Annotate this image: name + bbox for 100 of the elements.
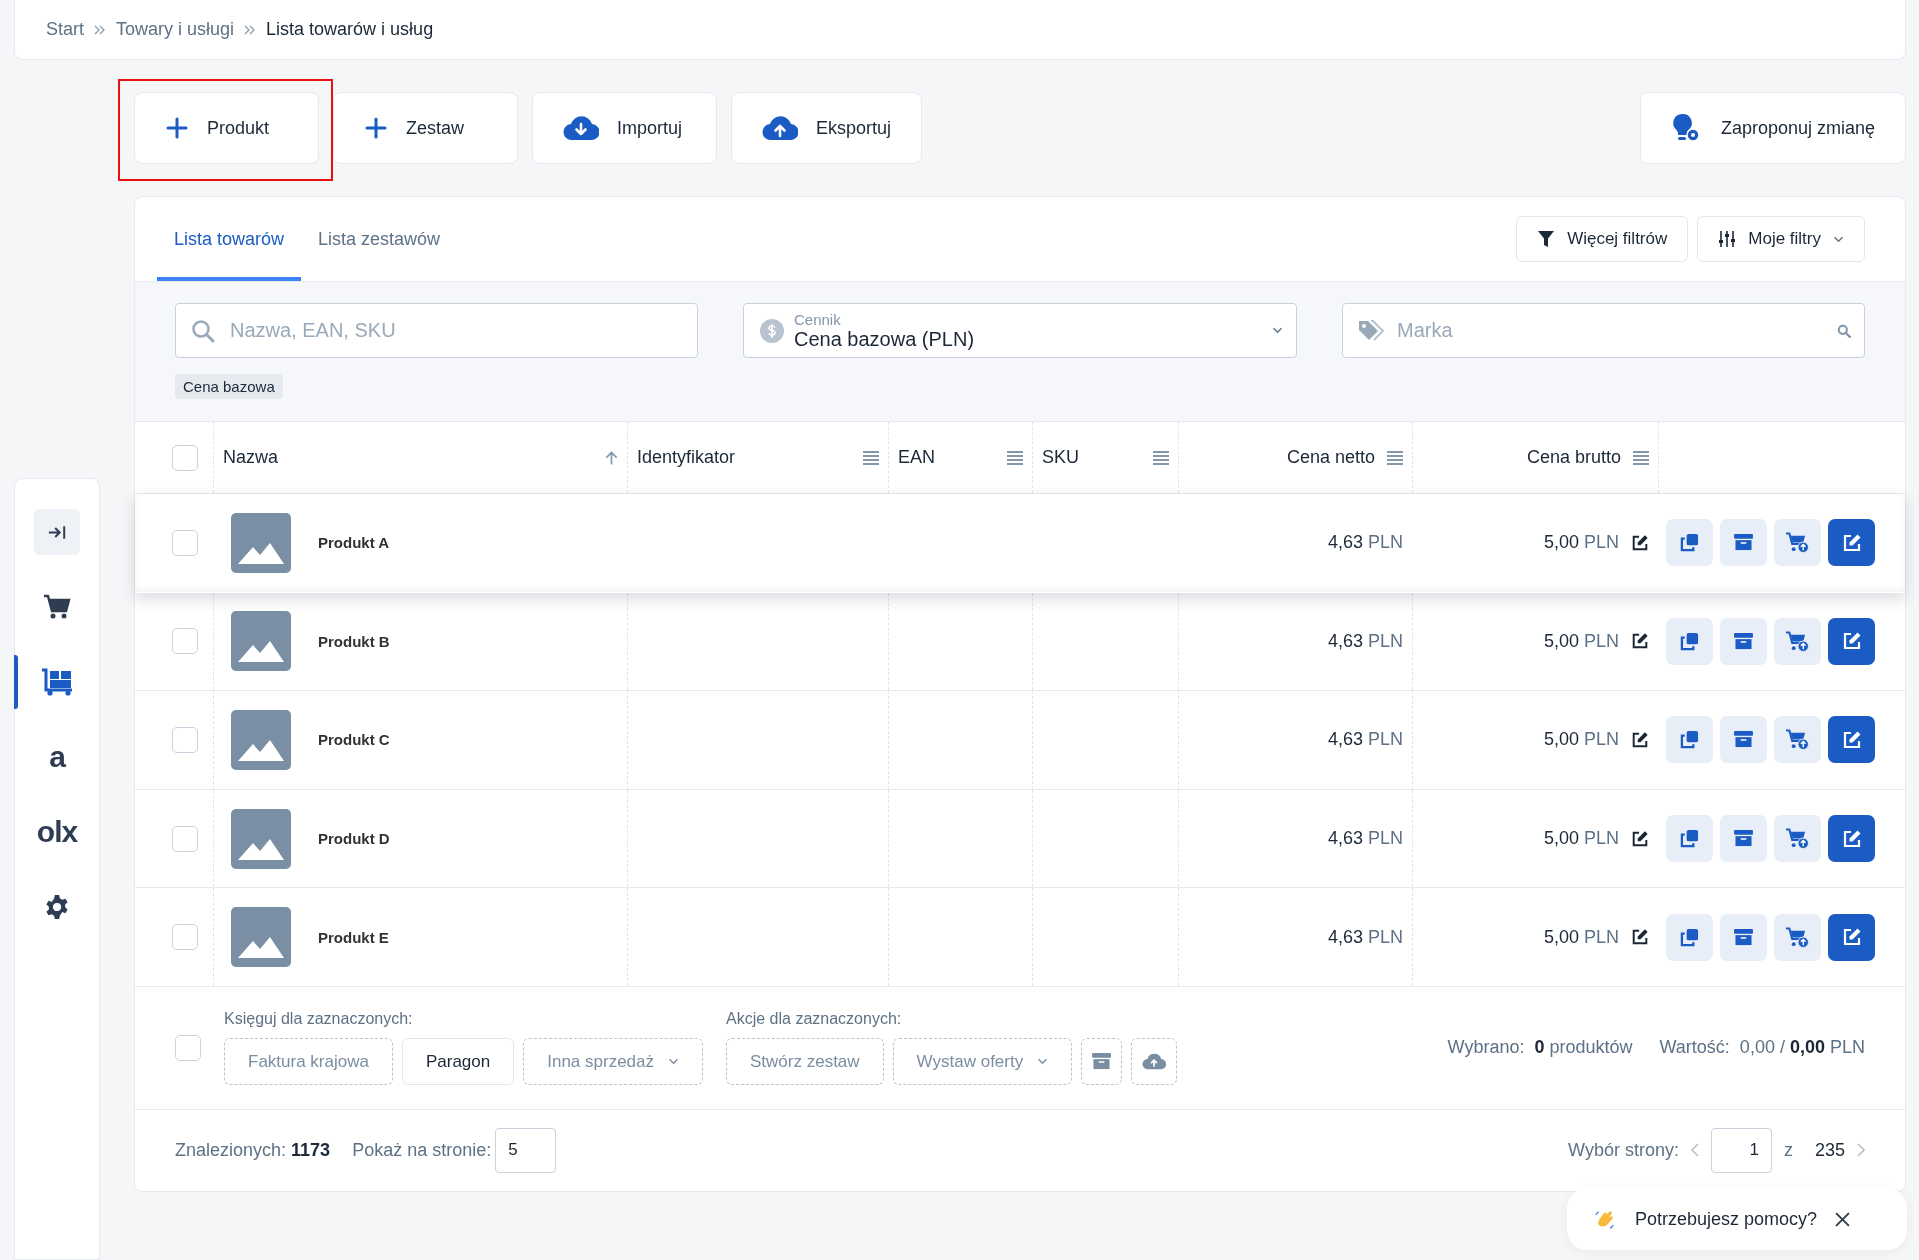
table-row[interactable]: Produkt E 4,63 PLN 5,00 PLN — [135, 888, 1905, 987]
row-checkbox[interactable] — [171, 529, 198, 556]
net-price: 4,63 PLN — [1327, 532, 1403, 554]
column-menu-icon[interactable] — [863, 450, 879, 465]
duplicate-button[interactable] — [1666, 716, 1713, 764]
select-all-checkbox[interactable] — [171, 444, 198, 471]
cart-upload-button[interactable] — [1774, 519, 1821, 567]
archive-icon — [1734, 731, 1753, 749]
product-name[interactable]: Produkt E — [318, 928, 389, 946]
product-name[interactable]: Produkt D — [318, 830, 390, 848]
help-text: Potrzebujesz pomocy? — [1635, 1208, 1818, 1230]
marketplace-logo: olx — [36, 815, 78, 849]
duplicate-button[interactable] — [1666, 519, 1713, 567]
edit-icon[interactable] — [1631, 829, 1649, 848]
duplicate-button[interactable] — [1666, 913, 1713, 961]
archive-button[interactable] — [1720, 617, 1767, 665]
edit-icon[interactable] — [1631, 533, 1649, 552]
bulk-checkbox[interactable] — [175, 1034, 201, 1061]
tag-icon — [1358, 319, 1386, 342]
table-row[interactable]: Produkt D 4,63 PLN 5,00 PLN — [135, 789, 1905, 889]
sliders-icon — [1718, 230, 1737, 248]
suggest-change-button[interactable]: Zaproponuj zmianę — [1639, 92, 1906, 164]
image-placeholder-icon — [231, 907, 291, 968]
archive-button[interactable] — [1720, 913, 1767, 961]
image-placeholder-icon — [231, 710, 291, 770]
filter-button[interactable]: Moje filtry — [1697, 216, 1865, 262]
row-checkbox[interactable] — [171, 628, 198, 655]
breadcrumb-link[interactable]: Towary i usługi — [116, 19, 235, 40]
edit-button[interactable] — [1828, 815, 1875, 863]
sort-arrow-up-icon[interactable] — [605, 449, 618, 466]
edit-icon — [1841, 927, 1862, 948]
found-count: Znalezionych: 1173 — [175, 1139, 331, 1161]
cart-upload-button[interactable] — [1774, 815, 1821, 863]
edit-button[interactable] — [1828, 617, 1875, 665]
cart-with-boxes-icon — [41, 668, 73, 696]
filter-button[interactable]: Więcej filtrów — [1516, 216, 1689, 262]
edit-icon[interactable] — [1631, 731, 1649, 749]
search-icon[interactable] — [1837, 323, 1851, 338]
archive-button[interactable] — [1720, 815, 1767, 863]
selected-count: Wybrano: 0 produktów — [1447, 1037, 1633, 1059]
plus-icon — [364, 116, 388, 140]
edit-icon[interactable] — [1631, 632, 1649, 651]
column-menu-icon[interactable] — [1633, 450, 1649, 465]
edit-button[interactable] — [1828, 913, 1875, 961]
cart-upload-button[interactable] — [1774, 716, 1821, 764]
column-menu-icon[interactable] — [1007, 450, 1023, 465]
bulk-action-button[interactable]: Paragon — [401, 1038, 515, 1086]
column-header[interactable]: Cena brutto — [1526, 447, 1621, 468]
edit-icon[interactable] — [1631, 928, 1649, 947]
column-header[interactable]: Nazwa — [223, 447, 279, 468]
archive-icon — [1734, 928, 1753, 946]
sidebar-item[interactable]: a — [34, 734, 80, 780]
column-header[interactable]: SKU — [1042, 447, 1079, 468]
duplicate-button[interactable] — [1666, 815, 1713, 863]
column-menu-icon[interactable] — [1387, 450, 1403, 465]
chevron-down-icon — [1037, 1058, 1049, 1066]
sidebar-item[interactable]: olx — [34, 809, 80, 855]
archive-button[interactable] — [1720, 716, 1767, 764]
table-row[interactable]: Produkt B 4,63 PLN 5,00 PLN — [135, 592, 1905, 692]
edit-button[interactable] — [1828, 519, 1875, 567]
copy-icon — [1680, 730, 1699, 750]
cart-icon — [43, 594, 71, 620]
tab[interactable]: Lista zestawów — [301, 197, 458, 281]
price-list-select[interactable]: Cennik Cena bazowa (PLN) — [743, 303, 1297, 358]
page-field[interactable]: 1 — [1710, 1127, 1772, 1173]
marketplace-logo: a — [49, 740, 65, 774]
product-name[interactable]: Produkt C — [318, 731, 390, 749]
column-menu-icon[interactable] — [1153, 450, 1169, 465]
product-name[interactable]: Produkt A — [318, 534, 390, 552]
cart-upload-button[interactable] — [1774, 913, 1821, 961]
net-price: 4,63 PLN — [1327, 828, 1403, 850]
row-checkbox[interactable] — [171, 727, 198, 753]
toolbar-button[interactable]: Produkt — [134, 92, 319, 164]
toolbar-button[interactable]: Importuj — [532, 92, 717, 164]
per-page-field[interactable]: 5 — [495, 1127, 557, 1173]
copy-icon — [1680, 631, 1699, 651]
duplicate-button[interactable] — [1666, 617, 1713, 665]
row-checkbox[interactable] — [171, 825, 198, 852]
cloud-download-icon — [563, 115, 599, 141]
column-header[interactable]: Identyfikator — [637, 447, 736, 468]
edit-button[interactable] — [1828, 716, 1875, 764]
column-header[interactable]: EAN — [898, 447, 935, 468]
table-row[interactable]: Produkt C 4,63 PLN 5,00 PLN — [135, 691, 1905, 790]
brand-field[interactable]: Marka — [1342, 303, 1865, 358]
product-name[interactable]: Produkt B — [318, 632, 390, 650]
search-field[interactable]: Nazwa, EAN, SKU — [175, 303, 698, 358]
toolbar-button[interactable]: Zestaw — [333, 92, 518, 164]
breadcrumb-link[interactable]: Start — [46, 19, 84, 40]
help-bubble[interactable]: Potrzebujesz pomocy? — [1567, 1188, 1907, 1250]
cart-upload-button[interactable] — [1774, 617, 1821, 665]
net-price: 4,63 PLN — [1327, 926, 1403, 948]
column-header[interactable]: Cena netto — [1286, 447, 1375, 468]
toolbar-button[interactable]: Eksportuj — [731, 92, 923, 164]
sidebar-item[interactable] — [34, 509, 80, 555]
close-icon[interactable] — [1835, 1211, 1851, 1227]
edit-icon — [1841, 532, 1862, 553]
hovered-row[interactable]: Produkt A 4,63 PLN 5,00 PLN — [135, 494, 1905, 593]
row-checkbox[interactable] — [171, 924, 198, 951]
settings-icon — [44, 894, 70, 920]
archive-button[interactable] — [1720, 519, 1767, 567]
